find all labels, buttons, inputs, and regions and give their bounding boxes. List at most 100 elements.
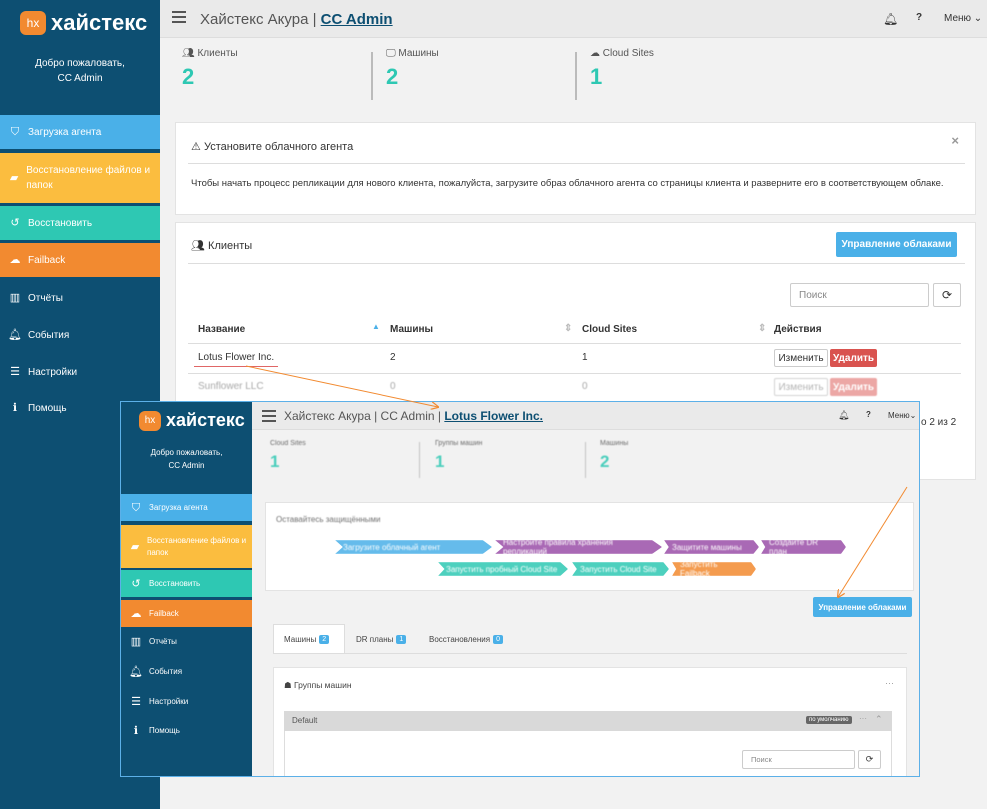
shield-icon: ⛉	[131, 501, 141, 514]
sidebar-item-3[interactable]: ☁ Failback	[0, 243, 160, 277]
bar-chart-icon: ▥	[130, 635, 142, 648]
refresh-icon[interactable]: ⟳	[933, 283, 961, 307]
notice-title: ⚠︎ Установите облачного агента	[191, 141, 354, 153]
inset-stat-value: 1	[435, 452, 445, 471]
sidebar-item-1[interactable]: ▰ Восстановление файлов и папок	[121, 525, 252, 568]
sidebar-item-1[interactable]: ▰ Восстановление файлов и папок	[0, 153, 160, 203]
sidebar-item-label: Помощь	[28, 402, 67, 414]
delete-button[interactable]: Удалить	[830, 378, 877, 396]
manage-clouds-button[interactable]: Управление облаками	[813, 597, 912, 617]
sort-asc-icon[interactable]: ▲	[372, 322, 380, 331]
install-agent-notice: ⚠︎ Установите облачного агента × Чтобы н…	[175, 122, 976, 215]
sidebar-item-3[interactable]: ☁ Failback	[121, 600, 252, 627]
sidebar-item-label: Отчёты	[149, 636, 177, 646]
chevron-up-icon[interactable]: ⌃	[875, 714, 883, 725]
setup-step[interactable]: Запустить Cloud Site	[572, 562, 669, 576]
page-title: Хайстекс Акура | CC Admin	[200, 11, 393, 28]
stat-value-clients: 2	[182, 64, 195, 89]
inset-header: Хайстекс Акура | CC Admin | Lotus Flower…	[252, 402, 919, 430]
sort-icon[interactable]: ⇕	[758, 323, 766, 334]
client-name-link[interactable]: Lotus Flower Inc.	[198, 352, 274, 363]
tab-1[interactable]: DR планы 1	[346, 624, 418, 654]
setup-step[interactable]: Загрузите облачный агент	[335, 540, 492, 554]
sidebar-item-0[interactable]: ⛉ Загрузка агента	[0, 115, 160, 149]
sidebar-item-6[interactable]: ☰ Настройки	[121, 688, 252, 715]
setup-step[interactable]: Создайте DR план	[761, 540, 846, 554]
inset-stat-value: 2	[600, 452, 610, 471]
groups-title: ☗ Группы машин	[284, 680, 352, 690]
edit-button[interactable]: Изменить	[774, 349, 828, 367]
count-badge: 2	[319, 635, 330, 644]
sidebar-item-2[interactable]: ↺ Восстановить	[0, 206, 160, 240]
col-header-machines[interactable]: Машины	[390, 324, 433, 335]
inset-stat-value: 1	[270, 452, 280, 471]
tab-2[interactable]: Восстановления 0	[419, 624, 529, 654]
sliders-icon: ☰	[10, 365, 20, 378]
cloud-icon: ☁︎	[590, 48, 600, 59]
more-icon[interactable]: ···	[885, 678, 894, 688]
inset-stat-label: Cloud Sites	[270, 440, 306, 447]
users-icon: 👥︎	[182, 48, 195, 59]
users-icon: 👥︎	[191, 240, 205, 252]
monitor-icon: 🖵︎	[386, 48, 396, 59]
title-link[interactable]: Lotus Flower Inc.	[444, 409, 543, 423]
inset-page-title: Хайстекс Акура | CC Admin | Lotus Flower…	[284, 409, 543, 423]
delete-button[interactable]: Удалить	[830, 349, 877, 367]
title-link[interactable]: CC Admin	[321, 11, 393, 28]
col-header-cloud-sites[interactable]: Cloud Sites	[582, 324, 637, 335]
sidebar-item-6[interactable]: ☰ Настройки	[0, 355, 160, 389]
col-header-name[interactable]: Название	[198, 324, 245, 335]
close-icon[interactable]: ×	[951, 133, 959, 148]
sort-icon[interactable]: ⇕	[564, 323, 572, 334]
inset-sidebar: hx хайстекс Добро пожаловать, CC Admin ⛉ З…	[121, 402, 252, 776]
sidebar-item-7[interactable]: ℹ Помощь	[121, 717, 252, 744]
search-input[interactable]: Поиск	[742, 750, 855, 769]
client-name-link[interactable]: Sunflower LLC	[198, 381, 264, 392]
stat-label-clients: 👥︎ Клиенты	[182, 48, 238, 59]
inset-stat-label: Группы машин	[435, 440, 483, 447]
setup-step[interactable]: Запустить Failback	[672, 562, 756, 576]
help-button[interactable]: ?	[866, 410, 871, 419]
sidebar-item-label: Восстановить	[149, 578, 201, 588]
stat-label-cloud-sites: ☁︎ Cloud Sites	[590, 48, 654, 59]
menu-button[interactable]: Меню⌄	[888, 411, 916, 420]
setup-step[interactable]: Запустить пробный Cloud Site	[438, 562, 568, 576]
bell-icon[interactable]: 🔔︎	[838, 410, 849, 421]
sidebar-item-label: Восстановление файлов и папок	[26, 165, 151, 191]
sidebar-item-0[interactable]: ⛉ Загрузка агента	[121, 494, 252, 521]
menu-button[interactable]: Меню ⌄	[944, 13, 982, 24]
sidebar-item-5[interactable]: 🔔︎ События	[121, 658, 252, 685]
logo[interactable]: hx хайстекс	[20, 10, 147, 36]
manage-clouds-button[interactable]: Управление облаками	[836, 232, 957, 257]
info-icon: ℹ	[133, 724, 139, 737]
sidebar-item-5[interactable]: 🔔︎ События	[0, 318, 160, 352]
sidebar-item-4[interactable]: ▥ Отчёты	[0, 281, 160, 315]
inset-screenshot: hx хайстекс Добро пожаловать, CC Admin ⛉ З…	[120, 401, 920, 777]
undo-icon: ↺	[131, 577, 141, 590]
logo-mark: hx	[20, 11, 46, 35]
welcome-user: CC Admin	[168, 461, 205, 470]
setup-step[interactable]: Защитите машины	[664, 540, 759, 554]
sliders-icon: ☰	[131, 695, 141, 708]
edit-button[interactable]: Изменить	[774, 378, 828, 396]
setup-step[interactable]: Настройте правила хранения репликаций	[495, 540, 662, 554]
more-icon[interactable]: ···	[859, 714, 867, 723]
bell-icon[interactable]: 🔔︎	[883, 12, 898, 26]
refresh-icon[interactable]: ⟳	[858, 750, 881, 769]
undo-icon: ↺	[10, 216, 20, 229]
client-sites: 1	[582, 352, 588, 363]
warning-icon: ⚠︎	[191, 141, 201, 153]
group-row-default[interactable]: Default по умолчанию ··· ⌃	[284, 711, 892, 731]
sidebar-item-label: Загрузка агента	[149, 502, 208, 512]
sidebar-item-4[interactable]: ▥ Отчёты	[121, 628, 252, 655]
help-button[interactable]: ?	[916, 12, 922, 23]
count-badge: 1	[396, 634, 407, 644]
hamburger-icon[interactable]	[262, 410, 276, 422]
sidebar-item-2[interactable]: ↺ Восстановить	[121, 570, 252, 597]
welcome-text: Добро пожаловать,	[35, 58, 125, 69]
logo-text: хайстекс	[51, 10, 148, 35]
logo[interactable]: hx хайстекс	[139, 410, 245, 431]
hamburger-icon[interactable]	[172, 11, 186, 23]
tab-0[interactable]: Машины 2	[273, 624, 345, 654]
search-input[interactable]: Поиск	[790, 283, 929, 307]
